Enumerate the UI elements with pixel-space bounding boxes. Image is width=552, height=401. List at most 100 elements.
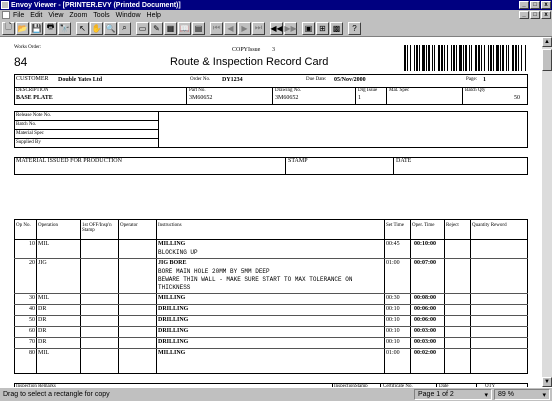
customer-value: Double Yates Ltd [58,77,103,83]
barcode-bar [438,45,440,71]
ops-column-rule [36,219,37,374]
first-page-icon[interactable]: ⏮ [210,21,223,35]
barcode-bar [475,45,477,71]
op-number: 60 [29,328,35,334]
scroll-thumb[interactable] [542,49,552,71]
part-no-label: Part No. [189,88,206,93]
supplied-by-label: Supplied By [16,140,41,145]
barcode-bar [488,45,489,71]
document-icon[interactable] [2,11,10,19]
app-icon[interactable] [1,1,9,9]
ops-column-rule [156,219,157,374]
barcode-bar [469,45,470,71]
op-instruction-title: MILLING [158,241,186,247]
barcode-bar [432,45,433,71]
page-dropdown-icon[interactable]: ▾ [484,391,488,399]
last-page-icon[interactable]: ⏭ [252,21,265,35]
barcode-bar [422,45,425,71]
scroll-down-icon[interactable]: ▼ [542,377,552,387]
op-set-time: 00:10 [386,317,400,323]
fit-icon[interactable]: ▤ [192,21,205,35]
thumbnails-icon[interactable]: ▦ [164,21,177,35]
op-number: 50 [29,317,35,323]
close-button[interactable]: x [541,1,551,9]
doc-minimize-button[interactable]: _ [519,11,529,19]
part-no-value: 3M60652 [189,95,213,101]
op-instruction-title: DRILLING [158,339,189,345]
zoom-rect-icon[interactable]: ⌕ [118,21,131,35]
barcode-bar [506,45,507,71]
barcode-bar [456,45,457,71]
doc-restore-button[interactable]: □ [530,11,540,19]
op-oper-time: 00:08:00 [414,295,436,301]
help-icon[interactable]: ? [348,21,361,35]
save-icon[interactable]: 💾 [30,21,43,35]
minimize-button[interactable]: _ [519,1,529,9]
ops-column-rule [384,219,385,374]
barcode-bar [463,45,464,71]
new-icon[interactable]: 🗋 [2,21,15,35]
ops-header-instructions: Instructions [158,223,182,228]
menu-edit[interactable]: Edit [30,12,42,19]
op-operation: JIG [38,260,47,266]
pointer-icon[interactable]: ↖ [76,21,89,35]
menu-view[interactable]: View [48,12,63,19]
drawing-no-value: 3M60652 [275,95,299,101]
op-number: 20 [29,260,35,266]
highlight-icon[interactable]: ✎ [150,21,163,35]
ops-column-rule [410,219,411,374]
menu-help[interactable]: Help [147,12,161,19]
op-operation: DR [38,339,47,345]
ops-row-rule [14,258,528,259]
ops-column-rule [80,219,81,374]
status-message: Drag to select a rectangle for copy [3,391,110,398]
find-icon[interactable]: 🔭 [58,21,71,35]
grid-icon[interactable]: ⊞ [316,21,329,35]
menu-tools[interactable]: Tools [93,12,109,19]
maximize-button[interactable]: □ [530,1,540,9]
back-icon[interactable]: ◀◀ [270,21,283,35]
menu-zoom[interactable]: Zoom [69,12,87,19]
barcode-bar [525,45,526,71]
op-instruction-title: DRILLING [158,317,189,323]
page-indicator: Page 1 of 2 ▾ [414,389,492,400]
page-setup-icon[interactable]: ▣ [302,21,315,35]
scroll-up-icon[interactable]: ▲ [542,37,552,47]
menu-window[interactable]: Window [116,12,141,19]
ops-row-rule [14,326,528,327]
document-view[interactable]: Works Order: 84 COPYIssue 3 Route & Insp… [0,37,542,387]
op-operation: DR [38,328,47,334]
barcode-bar [434,45,435,71]
op-oper-time: 00:03:00 [414,339,436,345]
menu-file[interactable]: File [13,12,24,19]
barcode-bar [404,45,406,71]
op-operation: MIL [38,350,49,356]
zoom-icon[interactable]: 🔍 [104,21,117,35]
status-bar: Drag to select a rectangle for copy Page… [0,387,552,401]
op-number: 70 [29,339,35,345]
op-instruction-title: MILLING [158,350,186,356]
zoom-dropdown-icon[interactable]: ▾ [542,391,546,399]
open-icon[interactable]: 📂 [16,21,29,35]
forward-icon[interactable]: ▶▶ [284,21,297,35]
barcode-bar [419,45,420,71]
properties-icon[interactable]: ▩ [330,21,343,35]
print-icon[interactable]: 🖶 [44,21,57,35]
page-value: 1 [483,77,486,83]
drg-issue-value: 1 [358,95,361,101]
hand-icon[interactable]: ✋ [90,21,103,35]
op-instruction-line: BLOCKING UP [158,249,198,256]
order-no-label: Order No. [190,77,211,82]
doc-close-button[interactable]: x [541,11,551,19]
prev-page-icon[interactable]: ◀ [224,21,237,35]
barcode-bar [478,45,480,71]
note-icon[interactable]: ▭ [136,21,149,35]
vertical-scrollbar[interactable]: ▲ ▼ [542,37,552,387]
next-page-icon[interactable]: ▶ [238,21,251,35]
release-note-label: Release Note No. [16,113,52,118]
description-value: BASE PLATE [16,95,53,101]
barcode-bar [459,45,462,71]
op-oper-time: 00:06:00 [414,306,436,312]
bookmark-icon[interactable]: 📖 [178,21,191,35]
ops-header-operation: Operation [38,223,58,228]
